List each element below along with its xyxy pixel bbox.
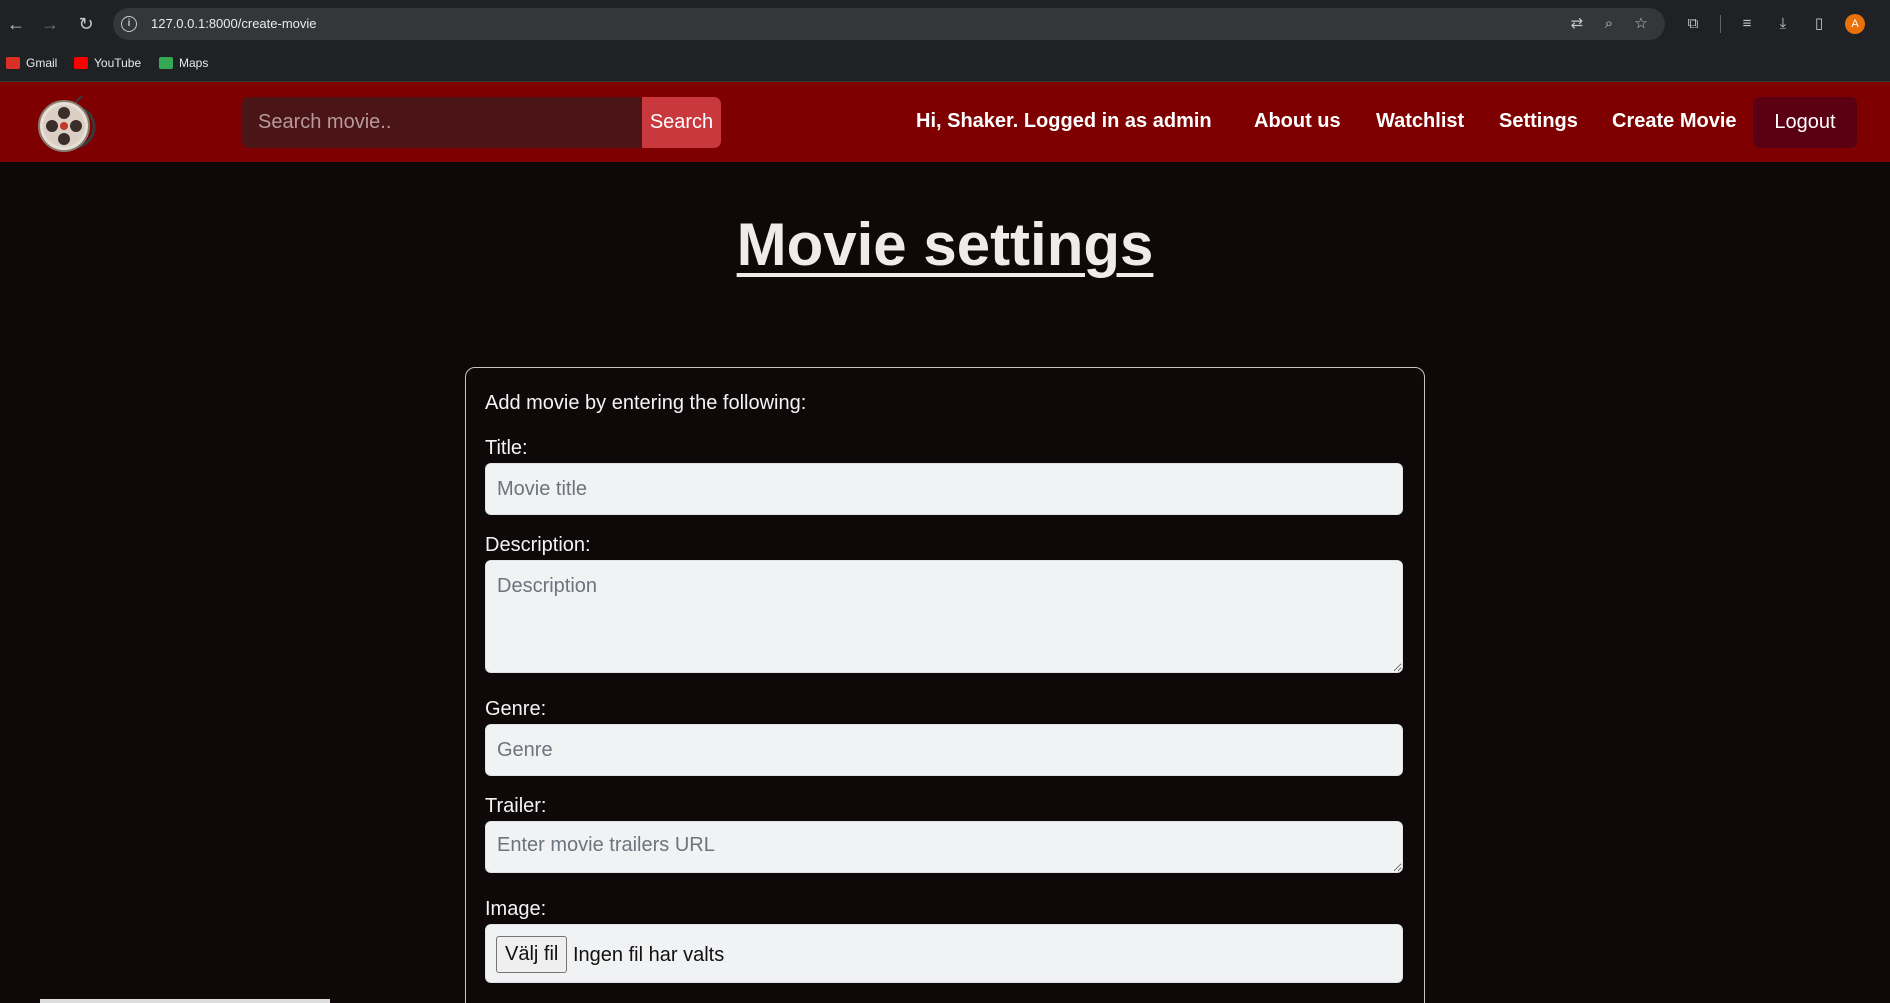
address-url[interactable]: 127.0.0.1:8000/create-movie bbox=[151, 16, 317, 31]
address-bar[interactable]: i 127.0.0.1:8000/create-movie ⇄ ⌕ ☆ bbox=[113, 8, 1665, 40]
bookmark-maps[interactable]: Maps bbox=[159, 56, 208, 70]
title-label: Title: bbox=[485, 437, 528, 459]
image-file-input[interactable]: Välj fil Ingen fil har valts bbox=[485, 924, 1403, 983]
title-input[interactable] bbox=[485, 463, 1403, 515]
maps-icon bbox=[159, 57, 173, 69]
back-arrow-icon[interactable]: ← bbox=[4, 12, 28, 36]
zoom-icon[interactable]: ⌕ bbox=[1600, 15, 1618, 33]
bookmark-star-icon[interactable]: ☆ bbox=[1632, 15, 1650, 33]
nav-link-about-us[interactable]: About us bbox=[1254, 110, 1341, 133]
toolbar-divider bbox=[1720, 15, 1721, 33]
choose-file-button[interactable]: Välj fil bbox=[496, 936, 568, 973]
reading-list-icon[interactable]: ≡ bbox=[1737, 14, 1757, 34]
youtube-icon bbox=[74, 57, 88, 69]
site-info-icon[interactable]: i bbox=[121, 16, 137, 32]
add-movie-form: Add movie by entering the following: Tit… bbox=[465, 367, 1425, 1003]
genre-label: Genre: bbox=[485, 698, 547, 720]
bookmark-gmail[interactable]: Gmail bbox=[6, 56, 57, 70]
image-label: Image: bbox=[485, 898, 547, 920]
trailer-label: Trailer: bbox=[485, 795, 547, 817]
genre-input[interactable] bbox=[485, 724, 1403, 776]
bookmark-label: Maps bbox=[179, 56, 209, 70]
browser-toolbar: ← → ↻ i 127.0.0.1:8000/create-movie ⇄ ⌕ … bbox=[0, 0, 1890, 48]
form-intro: Add movie by entering the following: bbox=[485, 392, 807, 414]
extensions-icon[interactable]: ⧉ bbox=[1683, 14, 1703, 34]
page-title: Movie settings bbox=[736, 211, 1154, 278]
profile-avatar[interactable]: A bbox=[1845, 14, 1865, 34]
site-navbar: Search Hi, Shaker. Logged in as admin Ab… bbox=[0, 82, 1890, 162]
search-button[interactable]: Search bbox=[642, 97, 721, 148]
logout-button[interactable]: Logout bbox=[1753, 97, 1857, 148]
download-icon[interactable]: ⤓ bbox=[1773, 14, 1793, 34]
bookmarks-bar: Gmail YouTube Maps bbox=[0, 48, 1890, 82]
nav-link-settings[interactable]: Settings bbox=[1499, 110, 1578, 133]
nav-link-create-movie[interactable]: Create Movie bbox=[1612, 110, 1737, 133]
description-textarea[interactable] bbox=[485, 560, 1403, 673]
translate-icon[interactable]: ⇄ bbox=[1568, 15, 1586, 33]
file-status-text: Ingen fil har valts bbox=[573, 944, 725, 966]
nav-link-watchlist[interactable]: Watchlist bbox=[1376, 110, 1464, 133]
forward-arrow-icon[interactable]: → bbox=[38, 12, 62, 36]
bookmark-label: YouTube bbox=[94, 56, 142, 70]
bookmark-label: Gmail bbox=[26, 56, 58, 70]
film-reel-logo-icon[interactable] bbox=[36, 94, 100, 152]
search-input[interactable] bbox=[242, 97, 642, 148]
horizontal-scrollbar[interactable] bbox=[40, 999, 330, 1003]
bookmark-youtube[interactable]: YouTube bbox=[74, 56, 141, 70]
gmail-icon bbox=[6, 57, 20, 69]
trailer-textarea[interactable] bbox=[485, 821, 1403, 873]
side-panel-icon[interactable]: ▯ bbox=[1809, 14, 1829, 34]
description-label: Description: bbox=[485, 534, 591, 556]
reload-icon[interactable]: ↻ bbox=[74, 12, 98, 36]
user-greeting: Hi, Shaker. Logged in as admin bbox=[916, 110, 1212, 132]
